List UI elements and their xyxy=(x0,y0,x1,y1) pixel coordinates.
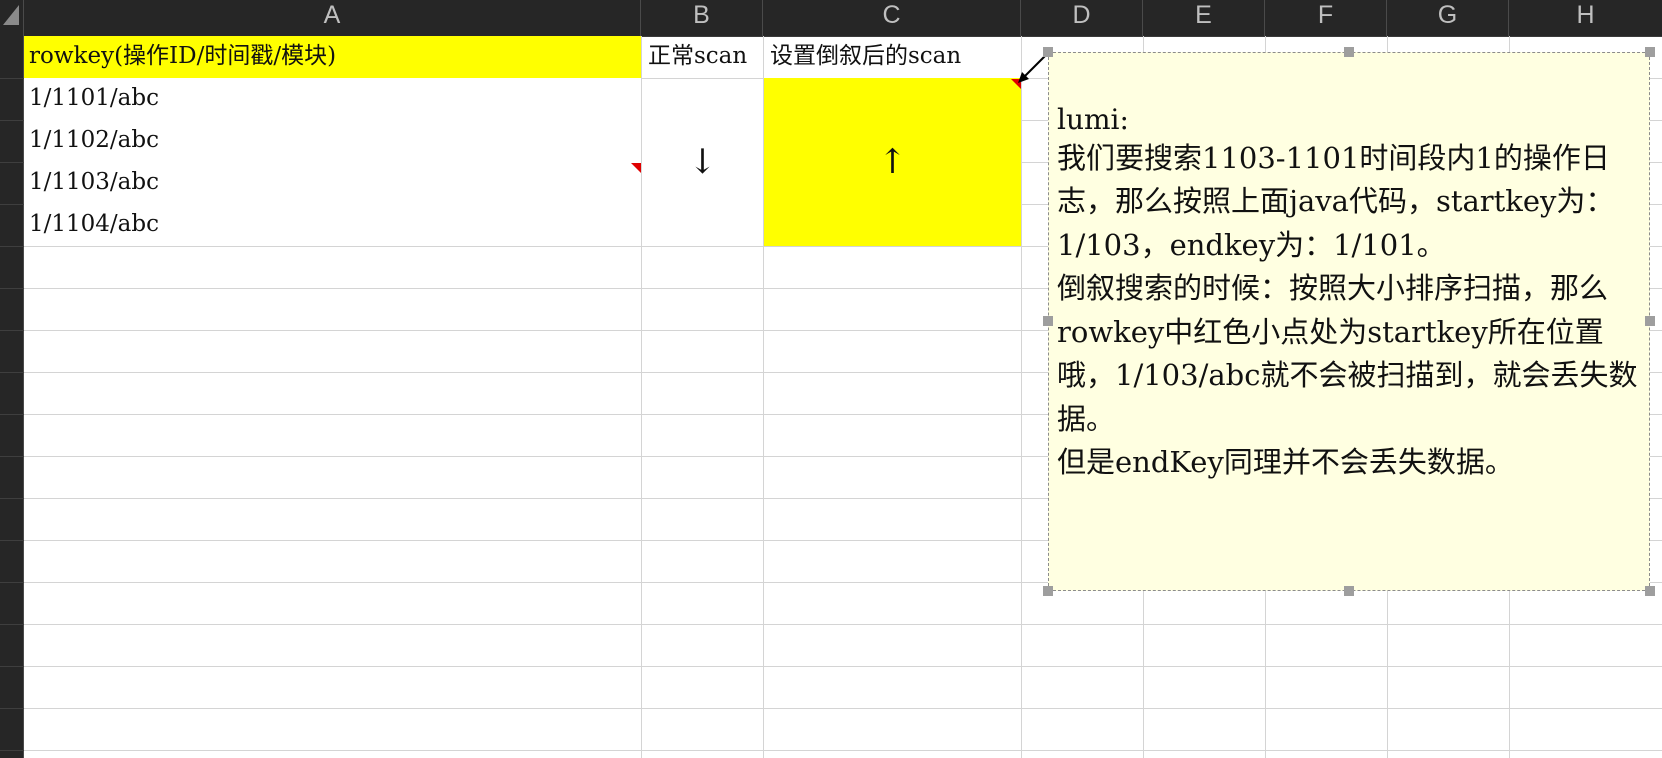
column-header-a[interactable]: A xyxy=(24,0,641,36)
gridline-horizontal xyxy=(24,624,1662,625)
row-header-divider xyxy=(0,372,24,373)
row-header-divider xyxy=(0,162,24,163)
cell-a3[interactable]: 1/1102/abc xyxy=(24,120,641,162)
comment-text: 我们要搜索1103-1101时间段内1的操作日志，那么按照上面java代码，st… xyxy=(1057,140,1638,480)
select-all-corner[interactable] xyxy=(0,0,24,36)
row-header-divider xyxy=(0,666,24,667)
select-all-triangle-icon xyxy=(3,5,19,25)
gridline-horizontal xyxy=(24,750,1662,751)
resize-handle-bottom-right[interactable] xyxy=(1645,586,1655,596)
row-header-divider xyxy=(0,246,24,247)
row-header-divider xyxy=(0,414,24,415)
column-header-d[interactable]: D xyxy=(1021,0,1143,36)
resize-handle-right[interactable] xyxy=(1645,316,1655,326)
row-header-divider xyxy=(0,708,24,709)
cell-a4[interactable]: 1/1103/abc xyxy=(24,162,641,204)
row-header-divider xyxy=(0,498,24,499)
cell-comment-box[interactable]: lumi: 我们要搜索1103-1101时间段内1的操作日志，那么按照上面java… xyxy=(1048,52,1650,591)
column-header-bar: A B C D E F G H xyxy=(0,0,1662,37)
comment-author: lumi: xyxy=(1057,102,1129,136)
cell-b1[interactable]: 正常scan xyxy=(641,36,763,78)
resize-handle-left[interactable] xyxy=(1043,316,1053,326)
column-header-e[interactable]: E xyxy=(1143,0,1265,36)
cell-a2[interactable]: 1/1101/abc xyxy=(24,78,641,120)
cell-c1[interactable]: 设置倒叙后的scan xyxy=(763,36,1021,78)
gridline-horizontal xyxy=(24,666,1662,667)
row-header-strip[interactable] xyxy=(0,36,24,758)
row-header-divider xyxy=(0,456,24,457)
resize-handle-top-left[interactable] xyxy=(1043,47,1053,57)
resize-handle-top-right[interactable] xyxy=(1645,47,1655,57)
row-header-divider xyxy=(0,330,24,331)
row-header-divider xyxy=(0,288,24,289)
row-header-divider xyxy=(0,78,24,79)
row-header-divider xyxy=(0,204,24,205)
resize-handle-top[interactable] xyxy=(1344,47,1354,57)
column-header-g[interactable]: G xyxy=(1387,0,1509,36)
comment-indicator-icon[interactable] xyxy=(631,163,641,173)
merged-cell-b2-b5[interactable]: ↓ xyxy=(642,79,763,246)
column-header-c[interactable]: C xyxy=(763,0,1021,36)
row-header-divider xyxy=(0,582,24,583)
merged-cell-c2-c5[interactable]: ↑ xyxy=(764,78,1021,246)
resize-handle-bottom-left[interactable] xyxy=(1043,586,1053,596)
column-header-b[interactable]: B xyxy=(641,0,763,36)
gridline-vertical xyxy=(1021,36,1022,758)
cell-a5[interactable]: 1/1104/abc xyxy=(24,204,641,246)
resize-handle-bottom[interactable] xyxy=(1344,586,1354,596)
cell-a1[interactable]: rowkey(操作ID/时间戳/模块) xyxy=(24,36,641,78)
row-header-divider xyxy=(0,540,24,541)
row-header-divider xyxy=(0,120,24,121)
column-header-h[interactable]: H xyxy=(1509,0,1662,36)
column-header-f[interactable]: F xyxy=(1265,0,1387,36)
gridline-horizontal xyxy=(24,708,1662,709)
row-header-divider xyxy=(0,624,24,625)
row-header-divider xyxy=(0,750,24,751)
